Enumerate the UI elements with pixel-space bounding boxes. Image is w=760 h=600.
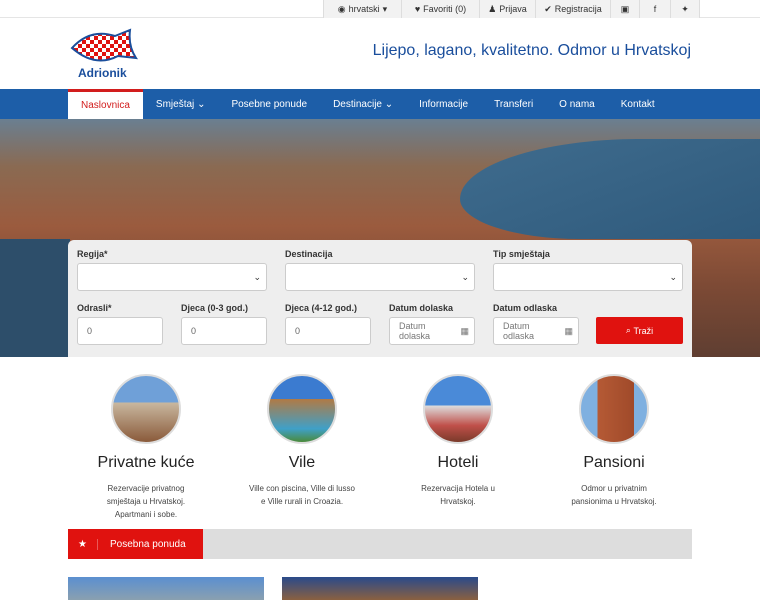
departure-date-input[interactable]: Datum odlaska ▦ xyxy=(493,317,579,345)
nav-contact[interactable]: Kontakt xyxy=(608,89,668,119)
category-image[interactable] xyxy=(267,374,337,444)
category-image[interactable] xyxy=(423,374,493,444)
special-offer-bar: ★ Posebna ponuda xyxy=(68,529,692,559)
caret-down-icon: ⌄ xyxy=(197,98,206,110)
search-form: Regija* ⌄ Destinacija ⌄ Tip smještaja ⌄ … xyxy=(68,240,692,357)
login-link[interactable]: ♟ Prijava xyxy=(479,0,535,18)
search-button[interactable]: ⌕ Traži xyxy=(596,317,683,344)
star-icon: ★ xyxy=(68,538,98,550)
adults-input[interactable]: 0 xyxy=(77,317,163,345)
nav-destinations[interactable]: Destinacije ⌄ xyxy=(320,89,406,119)
chevron-down-icon: ⌄ xyxy=(253,272,261,282)
main-nav: Naslovnica Smještaj ⌄ Posebne ponude Des… xyxy=(0,89,760,119)
chevron-down-icon: ⌄ xyxy=(669,272,677,282)
category-pensions[interactable]: Pansioni Odmor u privatnim pansionima u H… xyxy=(536,374,692,521)
category-list: Privatne kuće Rezervacije privatnog smješ… xyxy=(68,374,692,521)
nav-home[interactable]: Naslovnica xyxy=(68,89,143,119)
twitter-icon[interactable]: ✦ xyxy=(670,0,700,18)
region-select[interactable]: ⌄ xyxy=(77,263,267,291)
offer-thumbnail[interactable] xyxy=(282,577,478,600)
category-image[interactable] xyxy=(111,374,181,444)
slogan: Lijepo, lagano, kvalitetno. Odmor u Hrva… xyxy=(372,42,691,59)
fish-logo-icon xyxy=(70,28,139,62)
instagram-icon[interactable]: ▣ xyxy=(610,0,639,18)
search-icon: ⌕ xyxy=(625,325,631,335)
nav-transfers[interactable]: Transferi xyxy=(481,89,546,119)
facebook-icon[interactable]: f xyxy=(639,0,670,18)
logo[interactable]: Adrionik xyxy=(70,28,140,80)
category-image[interactable] xyxy=(579,374,649,444)
accommodation-type-select[interactable]: ⌄ xyxy=(493,263,683,291)
heart-icon: ♥ xyxy=(414,4,421,14)
children-4-12-input[interactable]: 0 xyxy=(285,317,371,345)
top-bar: ◉ hrvatski ▾ ♥ Favoriti (0) ♟ Prijava ✔ Regis… xyxy=(0,0,760,18)
arrival-date-input[interactable]: Datum dolaska ▦ xyxy=(389,317,475,345)
category-villas[interactable]: Vile Ville con piscina, Ville di lusso e … xyxy=(224,374,380,521)
nav-information[interactable]: Informacije xyxy=(406,89,481,119)
favorites-link[interactable]: ♥ Favoriti (0) xyxy=(401,0,479,18)
nav-about[interactable]: O nama xyxy=(546,89,608,119)
language-selector[interactable]: ◉ hrvatski ▾ xyxy=(323,0,401,18)
calendar-icon: ▦ xyxy=(460,325,469,336)
offer-thumbnail[interactable] xyxy=(68,577,264,600)
user-icon: ♟ xyxy=(488,3,497,14)
nav-accommodation[interactable]: Smještaj ⌄ xyxy=(143,89,219,119)
category-private-houses[interactable]: Privatne kuće Rezervacije privatnog smješ… xyxy=(68,374,224,521)
caret-down-icon: ⌄ xyxy=(384,98,394,110)
register-link[interactable]: ✔ Registracija xyxy=(535,0,610,18)
check-circle-icon: ✔ xyxy=(544,3,552,14)
category-hotels[interactable]: Hoteli Rezervacija Hotela u Hrvatskoj. xyxy=(380,374,536,521)
destination-select[interactable]: ⌄ xyxy=(285,263,475,291)
calendar-icon: ▦ xyxy=(564,325,573,336)
chevron-down-icon: ⌄ xyxy=(461,272,469,282)
header: Adrionik Lijepo, lagano, kvalitetno. Odm… xyxy=(0,18,760,89)
nav-special-offers[interactable]: Posebne ponude xyxy=(218,89,320,119)
caret-down-icon: ▾ xyxy=(382,3,388,14)
special-offer-tab[interactable]: ★ Posebna ponuda xyxy=(68,529,203,559)
globe-icon: ◉ xyxy=(337,3,346,14)
children-0-3-input[interactable]: 0 xyxy=(181,317,267,345)
